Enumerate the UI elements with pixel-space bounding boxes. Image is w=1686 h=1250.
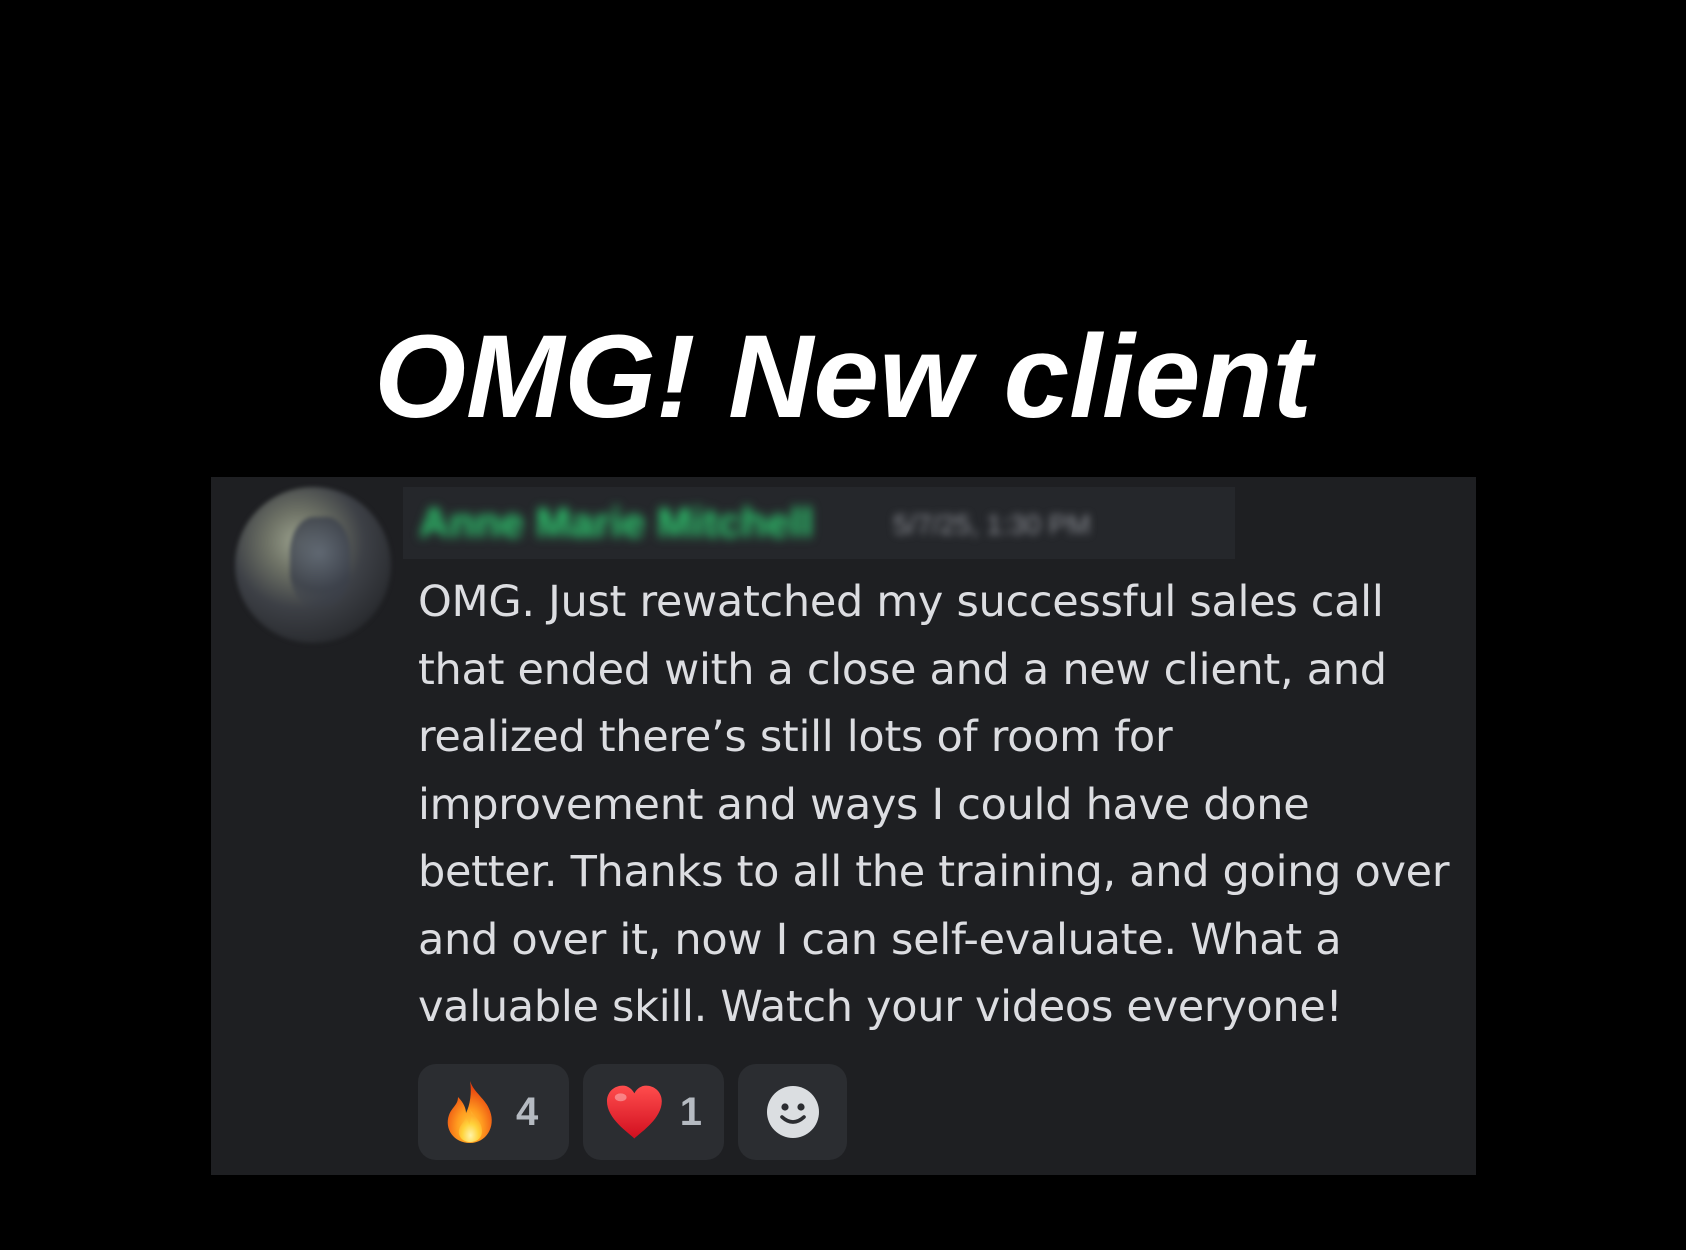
add-reaction-button[interactable] xyxy=(738,1064,847,1160)
user-avatar[interactable] xyxy=(235,487,391,643)
author-name[interactable]: Anne Marie Mitchell xyxy=(419,495,813,551)
red-heart-icon xyxy=(606,1085,662,1139)
reaction-fire-count: 4 xyxy=(516,1089,539,1134)
smiley-face-icon xyxy=(766,1086,819,1138)
message-timestamp: 5/7/25, 1:30 PM xyxy=(893,509,1091,540)
reaction-bar: 4 1 xyxy=(418,1064,847,1160)
reaction-heart-count: 1 xyxy=(679,1089,702,1134)
message-header: Anne Marie Mitchell 5/7/25, 1:30 PM xyxy=(403,487,1235,559)
message-text: OMG. Just rewatched my successful sales … xyxy=(418,577,1450,1032)
fire-icon xyxy=(447,1081,492,1143)
chat-message-card: Anne Marie Mitchell 5/7/25, 1:30 PM OMG.… xyxy=(211,477,1476,1175)
reaction-fire-button[interactable]: 4 xyxy=(418,1064,569,1160)
page-headline: OMG! New client xyxy=(374,311,1312,443)
reaction-heart-button[interactable]: 1 xyxy=(583,1064,724,1160)
